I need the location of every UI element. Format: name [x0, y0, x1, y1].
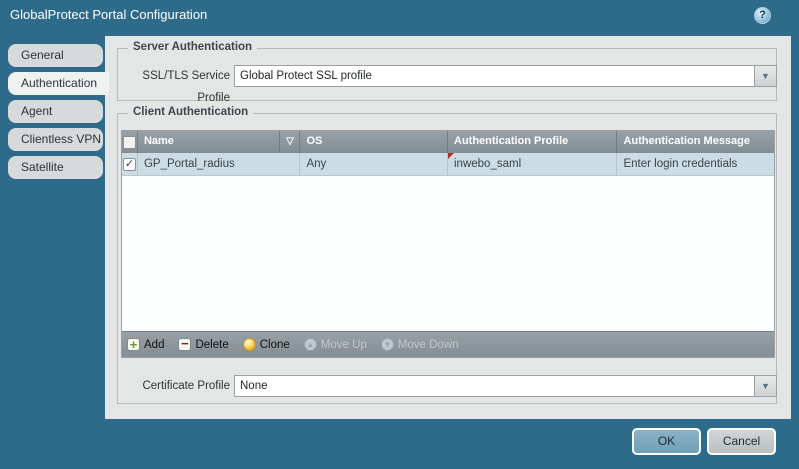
cell-auth-message[interactable]: Enter login credentials	[617, 153, 774, 175]
ssl-tls-service-profile-label: SSL/TLS Service Profile	[119, 65, 230, 109]
row-checkbox[interactable]: ✓	[123, 158, 136, 171]
move-down-icon: ▼	[381, 338, 394, 351]
cell-auth-profile[interactable]: inwebo_saml	[448, 153, 617, 175]
title-bar: GlobalProtect Portal Configuration ?	[0, 0, 799, 30]
tab-agent[interactable]: Agent	[8, 100, 103, 123]
tab-authentication[interactable]: Authentication	[8, 72, 109, 95]
certificate-profile-value[interactable]: None	[234, 375, 755, 397]
clone-icon	[243, 338, 256, 351]
chevron-down-icon: ▼	[761, 71, 770, 81]
server-authentication-group: Server Authentication SSL/TLS Service Pr…	[117, 48, 777, 101]
add-button[interactable]: + Add	[127, 338, 164, 351]
cell-os[interactable]: Any	[300, 153, 448, 175]
ssl-tls-service-profile-dropdown[interactable]: Global Protect SSL profile ▼	[234, 65, 777, 87]
ssl-tls-service-profile-value[interactable]: Global Protect SSL profile	[234, 65, 755, 87]
column-header-auth-message[interactable]: Authentication Message	[617, 131, 774, 153]
certificate-profile-label: Certificate Profile	[119, 375, 230, 397]
content-panel: Server Authentication SSL/TLS Service Pr…	[105, 36, 791, 419]
ok-button[interactable]: OK	[632, 428, 701, 455]
client-authentication-table: Name ▽ OS Authentication Profile Authent…	[121, 130, 775, 358]
filter-icon: ▽	[286, 136, 294, 147]
globalprotect-portal-dialog: GlobalProtect Portal Configuration ? Ser…	[0, 0, 799, 469]
modified-marker-icon	[448, 153, 454, 159]
help-icon[interactable]: ?	[754, 7, 771, 24]
move-up-icon: ▲	[304, 338, 317, 351]
move-down-button[interactable]: ▼ Move Down	[381, 338, 459, 351]
name-filter-button[interactable]: ▽	[279, 131, 299, 152]
table-row[interactable]: ✓ GP_Portal_radius Any inwebo_saml Enter…	[122, 153, 774, 176]
table-toolbar: + Add − Delete Clone ▲ Move Up	[122, 331, 774, 357]
server-authentication-legend: Server Authentication	[128, 41, 257, 53]
column-header-auth-profile[interactable]: Authentication Profile	[448, 131, 617, 153]
sidebar-tabs: General Authentication Agent Clientless …	[8, 44, 109, 184]
table-header-row: Name ▽ OS Authentication Profile Authent…	[122, 131, 774, 153]
client-authentication-group: Client Authentication Name ▽ OS Authenti…	[117, 113, 777, 404]
certificate-dropdown-button[interactable]: ▼	[755, 375, 777, 397]
move-up-button[interactable]: ▲ Move Up	[304, 338, 367, 351]
tab-satellite[interactable]: Satellite	[8, 156, 103, 179]
select-all-checkbox[interactable]	[123, 136, 136, 149]
select-all-cell	[122, 131, 138, 153]
client-authentication-legend: Client Authentication	[128, 106, 253, 118]
delete-button[interactable]: − Delete	[178, 338, 228, 351]
cell-name[interactable]: GP_Portal_radius	[138, 153, 301, 175]
tab-general[interactable]: General	[8, 44, 103, 67]
cancel-button[interactable]: Cancel	[707, 428, 776, 455]
column-header-os[interactable]: OS	[300, 131, 448, 153]
certificate-profile-dropdown[interactable]: None ▼	[234, 375, 777, 397]
add-icon: +	[127, 338, 140, 351]
dialog-title: GlobalProtect Portal Configuration	[10, 0, 207, 30]
chevron-down-icon: ▼	[761, 381, 770, 391]
ssl-dropdown-button[interactable]: ▼	[755, 65, 777, 87]
row-checkbox-cell: ✓	[122, 153, 138, 175]
tab-clientless-vpn[interactable]: Clientless VPN	[8, 128, 103, 151]
delete-icon: −	[178, 338, 191, 351]
column-header-name[interactable]: Name ▽	[138, 131, 301, 153]
clone-button[interactable]: Clone	[243, 338, 290, 351]
table-empty-area	[122, 176, 774, 331]
